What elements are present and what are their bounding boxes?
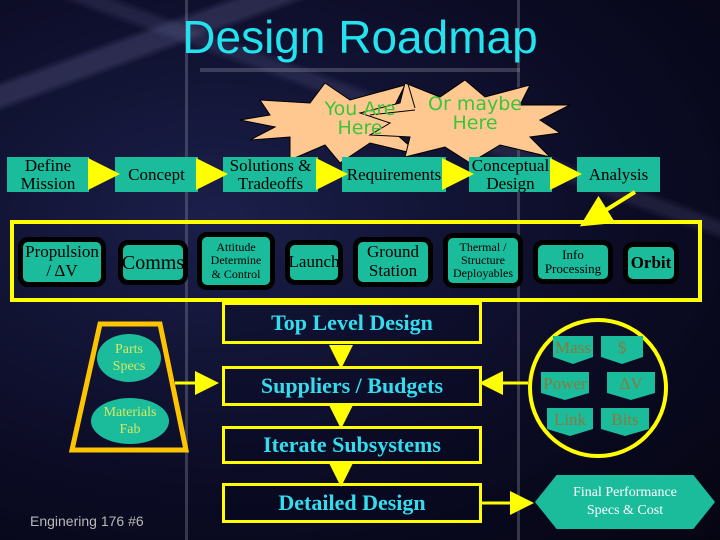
- design-step-suppliers-budgets[interactable]: Suppliers / Budgets: [222, 366, 482, 406]
- subsystem-attitude-control[interactable]: Attitude Determine & Control: [197, 232, 275, 290]
- subsystem-thermal-structure[interactable]: Thermal / Structure Deployables: [443, 233, 523, 288]
- final-performance-specs-cost[interactable]: Final Performance Specs & Cost: [535, 475, 715, 529]
- arrow-analysis-to-subsystems: [579, 190, 637, 227]
- materials-fab-bubble[interactable]: Materials Fab: [91, 398, 169, 444]
- design-step-detailed-design[interactable]: Detailed Design: [222, 483, 482, 523]
- subsystem-ground-station[interactable]: Ground Station: [353, 237, 433, 287]
- subsystem-propulsion[interactable]: Propulsion / ΔV: [18, 237, 106, 287]
- subsystem-orbit[interactable]: Orbit: [623, 242, 679, 284]
- subsystem-comms[interactable]: Comms: [118, 240, 188, 285]
- design-step-iterate-subsystems[interactable]: Iterate Subsystems: [222, 426, 482, 464]
- subsystem-info-processing[interactable]: Info Processing: [533, 240, 613, 284]
- subsystem-launch[interactable]: Launch: [285, 240, 343, 285]
- design-step-top-level[interactable]: Top Level Design: [222, 302, 482, 344]
- footer-label: Enginering 176 #6: [30, 513, 144, 529]
- parts-specs-bubble[interactable]: Parts Specs: [97, 334, 161, 382]
